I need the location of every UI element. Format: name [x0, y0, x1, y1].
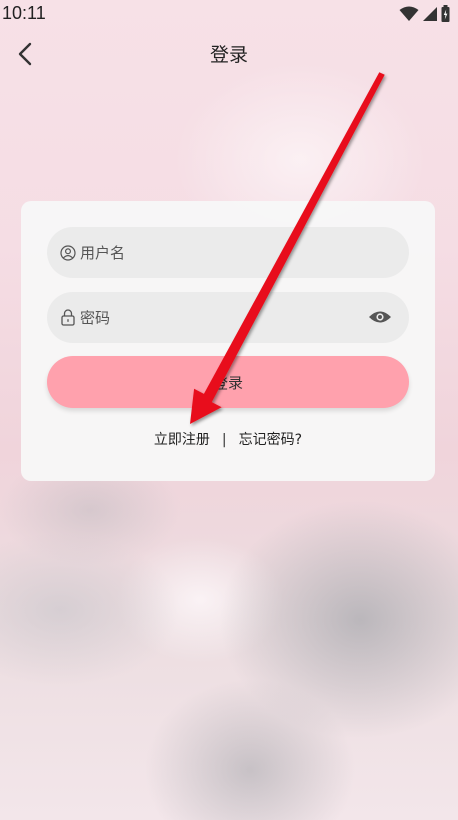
status-bar: 10:11	[0, 0, 458, 28]
username-field[interactable]	[47, 227, 409, 278]
signal-icon	[423, 7, 437, 21]
auth-links: 立即注册 | 忘记密码?	[21, 429, 435, 449]
battery-icon	[441, 5, 450, 22]
status-time: 10:11	[2, 3, 46, 23]
eye-icon[interactable]	[367, 305, 393, 329]
login-button[interactable]: 登录	[47, 356, 409, 408]
link-separator: |	[221, 432, 227, 448]
login-card: 登录 立即注册 | 忘记密码?	[21, 201, 435, 481]
password-field[interactable]	[47, 292, 409, 343]
user-icon	[59, 244, 77, 262]
password-input[interactable]	[80, 308, 350, 327]
username-input[interactable]	[80, 243, 350, 262]
nav-bar: 登录	[0, 34, 458, 74]
wifi-icon	[399, 6, 419, 21]
lock-icon	[59, 309, 77, 327]
register-link[interactable]: 立即注册	[154, 432, 210, 448]
forgot-password-link[interactable]: 忘记密码?	[239, 432, 302, 448]
page-title: 登录	[209, 44, 248, 66]
status-icons	[399, 5, 450, 22]
